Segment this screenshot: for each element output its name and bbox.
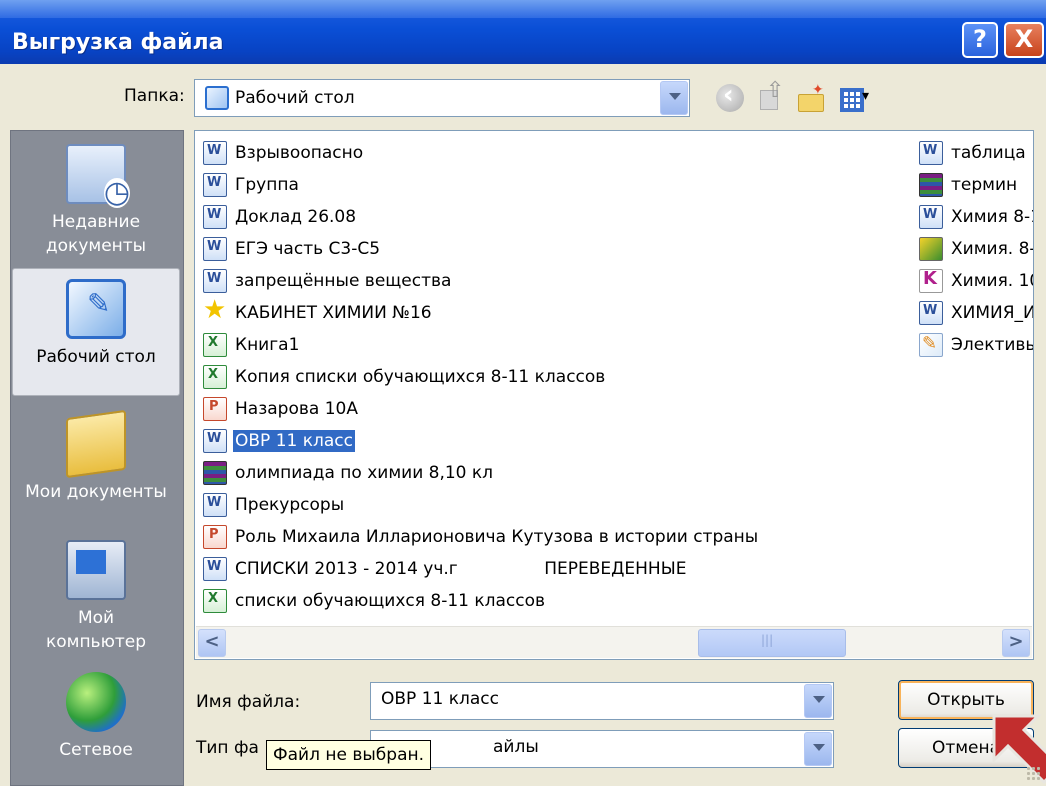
place-label: Мой компьютер [45,608,147,652]
shortcut-star-icon [203,294,227,326]
list-item-selected[interactable]: ОВР 11 класс [201,423,355,457]
scrollbar-thumb[interactable] [698,629,846,657]
list-item[interactable]: Книга1 [201,327,301,361]
word-document-icon [919,295,943,327]
word-document-icon [203,231,227,263]
list-item[interactable]: ХИМИЯ_И [917,295,1033,329]
word-document-icon [203,423,227,455]
filename-value: ОВР 11 класс [381,689,499,709]
list-item[interactable]: Элективы [917,328,1033,361]
list-item[interactable]: таблица [917,135,1028,169]
list-item[interactable]: Копия списки обучающихся 8-11 классов [201,359,607,393]
my-computer-icon [66,540,126,600]
list-item[interactable]: КАБИНЕТ ХИМИИ №16 [201,294,434,329]
list-item[interactable]: Прекурсоры [201,487,346,521]
filetype-value: айлы [493,737,539,757]
place-desktop[interactable]: Рабочий стол [12,268,180,396]
back-icon[interactable] [716,80,744,112]
new-folder-icon[interactable] [796,82,824,112]
resize-grip-icon[interactable] [1026,766,1042,782]
list-item[interactable]: олимпиада по химии 8,10 кл [201,457,495,489]
list-item[interactable]: Назарова 10А [201,391,360,425]
close-button[interactable]: X [1004,22,1044,58]
scroll-left-button[interactable]: < [198,629,226,657]
place-label: Мои документы [25,482,167,502]
place-label: Рабочий стол [36,347,156,367]
folder-label: Папка: [124,86,185,106]
excel-document-icon [203,327,227,359]
chevron-down-icon[interactable] [804,684,832,718]
list-item[interactable]: Химия 8-1 [917,199,1033,233]
list-item[interactable]: СПИСКИ 2013 - 2014 уч.г ПЕРЕВЕДЕННЫЕ [201,551,688,585]
place-recent-documents[interactable]: Недавние документы [12,136,180,260]
archive-icon [203,461,227,485]
list-item[interactable]: Взрывоопасно [201,135,365,169]
word-document-icon [203,199,227,231]
word-document-icon [203,167,227,199]
place-network[interactable]: Сетевое [12,672,180,782]
chevron-down-icon[interactable] [660,81,688,115]
list-item[interactable]: списки обучающихся 8-11 классов [201,583,547,617]
list-item[interactable]: Химия. 10 [917,263,1033,297]
list-item[interactable]: Доклад 26.08 [201,199,358,233]
folder-value: Рабочий стол [235,88,355,108]
place-my-documents[interactable]: Мои документы [12,408,180,518]
dialog-title: Выгрузка файла [12,30,224,55]
filename-label: Имя файла: [196,692,301,712]
list-item[interactable]: термин [917,169,1019,201]
title-bar-highlight [0,0,1046,18]
file-list[interactable]: Взрывоопасно Группа Доклад 26.08 ЕГЭ час… [194,130,1034,660]
filetype-dropdown[interactable]: айлы [370,730,834,768]
recent-documents-icon [66,144,130,208]
excel-document-icon [203,583,227,615]
list-item[interactable]: запрещённые вещества [201,263,453,297]
word-document-icon [203,551,227,583]
list-item[interactable]: Группа [201,167,301,201]
list-item[interactable]: Химия. 8- [917,233,1033,265]
k-application-icon [919,263,943,295]
filename-field[interactable]: ОВР 11 класс [370,682,834,720]
place-label: Сетевое [59,740,133,760]
scroll-right-button[interactable]: > [1002,629,1030,657]
views-menu-icon[interactable] [838,84,869,112]
horizontal-scrollbar[interactable]: < > [196,626,1032,658]
powerpoint-document-icon [203,391,227,423]
folder-dropdown[interactable]: Рабочий стол [194,79,690,117]
text-document-icon [919,328,943,360]
archive-icon [919,173,943,197]
my-documents-icon [66,409,126,479]
word-document-icon [919,135,943,167]
powerpoint-document-icon [203,519,227,551]
desktop-icon [66,279,126,339]
word-document-icon [203,135,227,167]
tooltip: Файл не выбран. [266,740,431,770]
place-my-computer[interactable]: Мой компьютер [12,540,180,660]
excel-document-icon [203,359,227,391]
list-item[interactable]: ЕГЭ часть С3-С5 [201,231,382,265]
filetype-label: Тип фа [196,738,259,758]
desktop-icon [205,86,229,110]
word-document-icon [203,263,227,295]
title-bar[interactable]: Выгрузка файла ? X [0,0,1046,64]
list-item[interactable]: Роль Михаила Илларионовича Кутузова в ис… [201,519,760,553]
up-folder-icon[interactable] [756,78,784,112]
chevron-down-icon[interactable] [804,732,832,766]
place-label: Недавние документы [45,212,147,256]
network-icon [66,672,126,732]
file-upload-dialog: Выгрузка файла ? X Папка: Рабочий стол Н… [0,0,1046,786]
word-document-icon [203,487,227,519]
help-button[interactable]: ? [962,22,998,58]
word-document-icon [919,199,943,231]
program-file-icon [919,237,943,261]
